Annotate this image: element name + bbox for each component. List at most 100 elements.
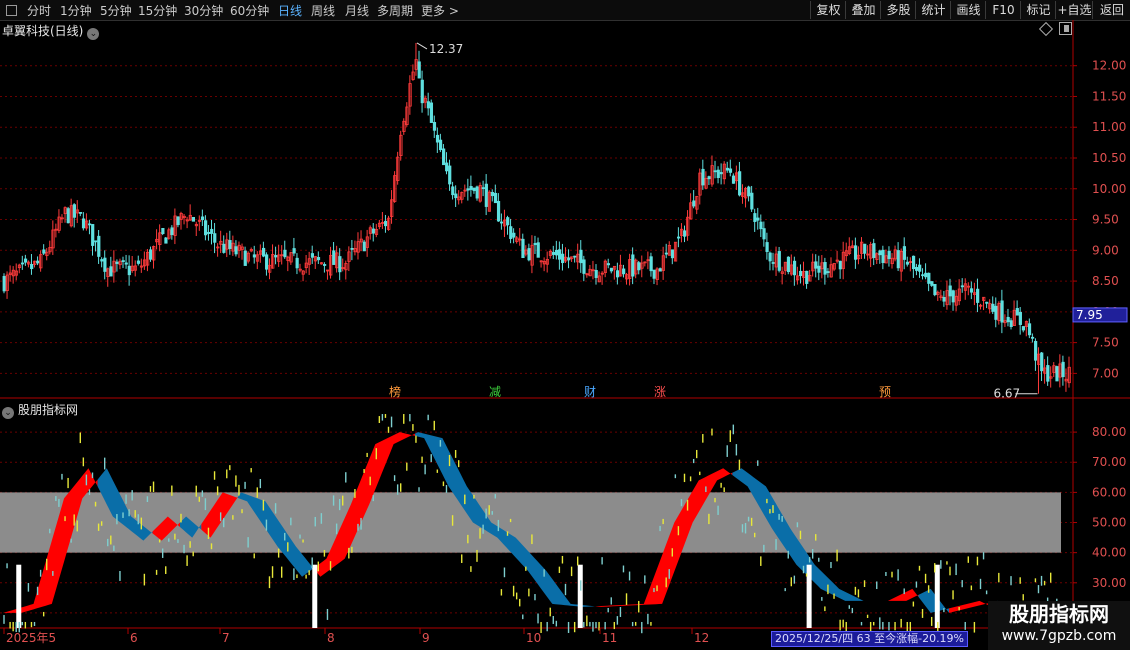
candle-body (805, 270, 809, 284)
toolbar-button[interactable]: 标记 (1020, 1, 1056, 19)
candle-body (979, 304, 983, 307)
ribbon-up-segment (863, 588, 919, 601)
toolbar-button[interactable]: 画线 (950, 1, 986, 19)
candle-body (487, 191, 492, 212)
candle-body (792, 260, 797, 276)
indicator-tick-label: 40.00 (1092, 546, 1126, 560)
period-tab[interactable]: 分时 (27, 2, 51, 19)
candle-body (243, 250, 247, 266)
period-tab[interactable]: 5分钟 (100, 2, 132, 19)
candle-body (771, 262, 775, 264)
candle-body (692, 200, 696, 207)
candle-body (561, 253, 565, 264)
candle-body (237, 244, 241, 251)
candle-body (716, 169, 720, 178)
indicator-tick-label: 70.00 (1092, 455, 1126, 469)
candle-body (780, 271, 784, 274)
candle-body (365, 236, 369, 248)
candle-body (982, 296, 986, 301)
candle-body (1003, 320, 1007, 324)
candle-body (478, 185, 482, 202)
candle-body (811, 261, 815, 272)
candle-body (628, 259, 632, 279)
candle-body (277, 254, 281, 262)
candle-body (356, 241, 360, 253)
candle-body (2, 276, 6, 292)
window-toggle-icon[interactable] (1059, 22, 1072, 35)
period-tab[interactable]: 30分钟 (184, 2, 223, 19)
candle-body (619, 264, 623, 277)
candle-body (362, 241, 366, 252)
candle-body (738, 171, 742, 196)
candle-body (744, 187, 748, 199)
candle-body (713, 170, 717, 173)
candle-body (973, 292, 977, 295)
period-tab[interactable]: 60分钟 (230, 2, 269, 19)
candle-body (631, 254, 635, 277)
candle-body (966, 285, 971, 288)
toolbar-button[interactable]: 统计 (915, 1, 951, 19)
candle-body (1034, 340, 1038, 361)
candle-body (1009, 320, 1013, 327)
candle-body (503, 219, 507, 227)
candle-body (390, 199, 394, 218)
period-tab[interactable]: 周线 (311, 2, 335, 19)
period-tab[interactable]: 更多 > (421, 2, 459, 19)
candle-body (402, 120, 406, 132)
candle-body (42, 249, 46, 254)
candle-body (225, 239, 229, 250)
candle-body (686, 216, 690, 236)
period-tab[interactable]: 月线 (345, 2, 369, 19)
candle-body (408, 83, 412, 107)
candle-body (994, 305, 998, 320)
candle-body (680, 228, 684, 236)
ribbon-down-segment (97, 468, 153, 541)
candle-body (567, 257, 571, 261)
stock-chart[interactable]: 12.00 11.50 11.00 10.50 10.00 9.50 9.00 8.50 8.0… (0, 0, 1130, 650)
candle-body (945, 290, 949, 306)
toolbar-button[interactable]: 多股 (880, 1, 916, 19)
candle-body (728, 168, 733, 173)
period-tab[interactable]: 日线 (278, 2, 302, 19)
chevron-down-icon[interactable]: ⌄ (87, 28, 100, 40)
period-tab[interactable]: 1分钟 (60, 2, 92, 19)
candle-body (460, 191, 464, 200)
candle-body (750, 192, 754, 210)
candle-body (127, 265, 131, 276)
candle-body (496, 200, 501, 222)
candle-body (783, 261, 788, 271)
toolbar-button[interactable]: +自选 (1055, 1, 1093, 19)
candle-body (1067, 366, 1071, 384)
white-signal-bar (577, 564, 583, 628)
chevron-down-icon[interactable]: ⌄ (2, 407, 14, 419)
toolbar-button[interactable]: 叠加 (845, 1, 881, 19)
time-tick-label: 2025年5 (6, 631, 56, 645)
candle-body (411, 71, 415, 80)
candle-body (118, 260, 122, 266)
candle-body (991, 303, 995, 312)
candle-body (948, 285, 952, 297)
candle-body (268, 264, 272, 273)
toolbar-button[interactable]: 返回 (1092, 1, 1130, 19)
period-tab[interactable]: 多周期 (377, 2, 413, 19)
period-tab[interactable]: 15分钟 (138, 2, 177, 19)
candle-body (765, 242, 769, 253)
time-tick-label: 8 (327, 631, 335, 645)
candle-body (344, 263, 348, 271)
candle-body (188, 214, 192, 221)
diamond-icon[interactable] (1038, 21, 1054, 37)
watermark: 股朋指标网 www.7gpzb.com (988, 601, 1130, 650)
toolbar-button[interactable]: 复权 (810, 1, 846, 19)
candle-body (530, 244, 534, 266)
toolbar-button[interactable]: F10 (985, 1, 1021, 19)
indicator-tick-label: 50.00 (1092, 516, 1126, 530)
event-marker: 财 (584, 385, 596, 399)
time-tick-label: 10 (526, 631, 541, 645)
candle-body (11, 269, 15, 277)
candle-body (283, 249, 287, 258)
candle-body (463, 189, 467, 192)
candle-body (149, 249, 153, 260)
candle-body (588, 268, 592, 277)
candle-body (579, 249, 583, 264)
price-tick-label: 12.00 (1092, 59, 1126, 73)
